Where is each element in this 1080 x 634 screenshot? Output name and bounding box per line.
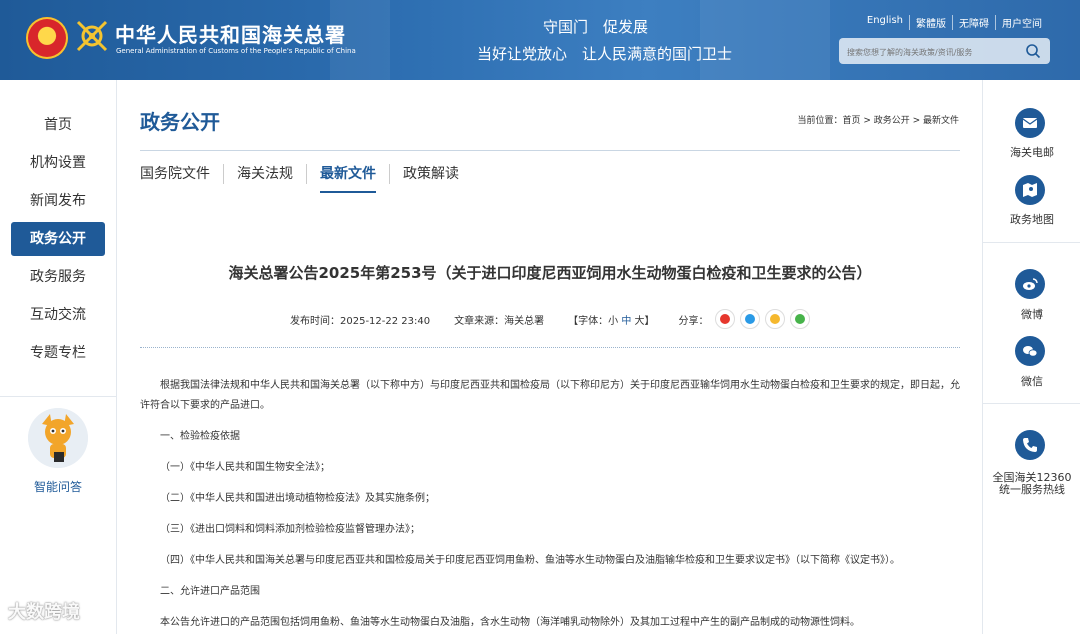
site-header: 中华人民共和国海关总署 General Administration of Cu… bbox=[0, 0, 1080, 80]
slogan-line-2: 当好让党放心 让人民满意的国门卫士 bbox=[477, 45, 733, 63]
customs-logo-icon[interactable] bbox=[74, 18, 110, 54]
search-box bbox=[839, 38, 1050, 64]
wechat-icon bbox=[1023, 346, 1038, 357]
nav-item-government-affairs[interactable]: 政务公开 bbox=[11, 222, 105, 256]
divider bbox=[140, 347, 960, 348]
divider bbox=[983, 403, 1080, 404]
slogan-line-1: 守国门 促发展 bbox=[543, 18, 649, 36]
share-label: 分享： bbox=[678, 315, 709, 327]
phone-icon bbox=[1023, 438, 1037, 452]
list-item: （三）《进出口饲料和饲料添加剂检验检疫监督管理办法》； bbox=[160, 524, 420, 535]
breadcrumb[interactable]: 当前位置：首页 > 政务公开 > 最新文件 bbox=[797, 113, 959, 126]
nav-item-government-services[interactable]: 政务服务 bbox=[11, 260, 105, 294]
font-size-label: 【字体： bbox=[568, 315, 609, 327]
mail-icon bbox=[1022, 118, 1038, 128]
accessibility-link[interactable]: 无障碍 bbox=[952, 15, 995, 30]
divider bbox=[983, 242, 1080, 243]
article-title: 海关总署公告2025年第253号（关于进口印度尼西亚饲用水生动物蛋白检疫和卫生要… bbox=[228, 264, 872, 282]
ai-assistant-label[interactable]: 智能问答 bbox=[0, 478, 116, 495]
left-nav: 首页 机构设置 新闻发布 政务公开 政务服务 互动交流 专题专栏 智能问答 bbox=[0, 80, 117, 634]
font-size-control: 【字体：小 中 大】 bbox=[568, 312, 654, 327]
ai-assistant-mascot-icon[interactable] bbox=[28, 408, 88, 468]
section-heading: 一、检验检疫依据 bbox=[160, 431, 240, 442]
divider bbox=[0, 396, 116, 397]
divider bbox=[140, 150, 960, 151]
list-item: （四）《中华人民共和国海关总署与印度尼西亚共和国检疫局关于印度尼西亚饲用鱼粉、鱼… bbox=[160, 555, 900, 566]
map-button[interactable] bbox=[1015, 175, 1045, 205]
email-label[interactable]: 海关电邮 bbox=[983, 144, 1080, 160]
national-emblem-icon[interactable] bbox=[26, 17, 68, 59]
hotline-button[interactable] bbox=[1015, 430, 1045, 460]
weibo-icon bbox=[1023, 278, 1038, 290]
site-title[interactable]: 中华人民共和国海关总署 bbox=[115, 19, 346, 48]
nav-item-news[interactable]: 新闻发布 bbox=[11, 184, 105, 218]
right-rail: 海关电邮 政务地图 微博 微信 全国海关12360 统一服务热线 bbox=[982, 80, 1080, 634]
hotline-label-2[interactable]: 统一服务热线 bbox=[983, 481, 1080, 497]
wechat-button[interactable] bbox=[1015, 336, 1045, 366]
publish-time: 发布时间：2025-12-22 23:40 bbox=[290, 315, 431, 327]
traditional-chinese-link[interactable]: 繁體版 bbox=[909, 15, 952, 30]
english-link[interactable]: English bbox=[861, 15, 909, 30]
article-source: 文章来源：海关总署 bbox=[454, 315, 545, 327]
tab-state-council-documents[interactable]: 国务院文件 bbox=[140, 164, 223, 184]
wechat-share-icon[interactable] bbox=[789, 309, 810, 329]
tab-latest-documents[interactable]: 最新文件 bbox=[306, 164, 389, 193]
header-background-building bbox=[700, 0, 830, 80]
qzone-share-icon[interactable] bbox=[764, 309, 785, 329]
weibo-share-icon[interactable] bbox=[714, 309, 735, 329]
tab-customs-regulations[interactable]: 海关法规 bbox=[223, 164, 306, 184]
font-size-label-end: 】 bbox=[644, 315, 655, 327]
top-links: English 繁體版 无障碍 用户空间 bbox=[861, 15, 1048, 30]
list-item: （一）《中华人民共和国生物安全法》； bbox=[160, 462, 330, 473]
tab-policy-interpretation[interactable]: 政策解读 bbox=[389, 164, 472, 184]
paragraph: 根据我国法律法规和中华人民共和国海关总署（以下称中方）与印度尼西亚共和国检疫局（… bbox=[140, 380, 960, 411]
font-small-button[interactable]: 小 bbox=[608, 316, 618, 327]
email-button[interactable] bbox=[1015, 108, 1045, 138]
site-title-english: General Administration of Customs of the… bbox=[116, 47, 356, 55]
watermark: 大数跨境 bbox=[8, 602, 80, 623]
paragraph: 本公告允许进口的产品范围包括饲用鱼粉、鱼油等水生动物蛋白及油脂，含水生动物（海洋… bbox=[160, 617, 860, 628]
article-meta: 发布时间：2025-12-22 23:40 文章来源：海关总署 【字体：小 中 … bbox=[290, 309, 810, 329]
share-buttons bbox=[714, 309, 810, 329]
nav-item-organization[interactable]: 机构设置 bbox=[11, 146, 105, 180]
weibo-button[interactable] bbox=[1015, 269, 1045, 299]
map-label[interactable]: 政务地图 bbox=[983, 211, 1080, 227]
page-title: 政务公开 bbox=[140, 110, 220, 134]
font-large-button[interactable]: 大 bbox=[635, 316, 645, 327]
nav-item-home[interactable]: 首页 bbox=[11, 108, 105, 142]
search-icon[interactable] bbox=[1025, 43, 1041, 59]
sub-tabs: 国务院文件 海关法规 最新文件 政策解读 bbox=[140, 164, 472, 193]
user-space-link[interactable]: 用户空间 bbox=[995, 15, 1048, 30]
map-icon bbox=[1023, 183, 1037, 197]
wechat-label[interactable]: 微信 bbox=[983, 373, 1080, 389]
list-item: （二）《中华人民共和国进出境动植物检疫法》及其实施条例； bbox=[160, 493, 435, 504]
section-heading: 二、允许进口产品范围 bbox=[160, 586, 260, 597]
qq-share-icon[interactable] bbox=[739, 309, 760, 329]
nav-item-interaction[interactable]: 互动交流 bbox=[11, 298, 105, 332]
nav-item-special-topics[interactable]: 专题专栏 bbox=[11, 336, 105, 370]
font-medium-button[interactable]: 中 bbox=[621, 316, 631, 327]
weibo-label[interactable]: 微博 bbox=[983, 306, 1080, 322]
search-input[interactable] bbox=[845, 42, 1019, 62]
